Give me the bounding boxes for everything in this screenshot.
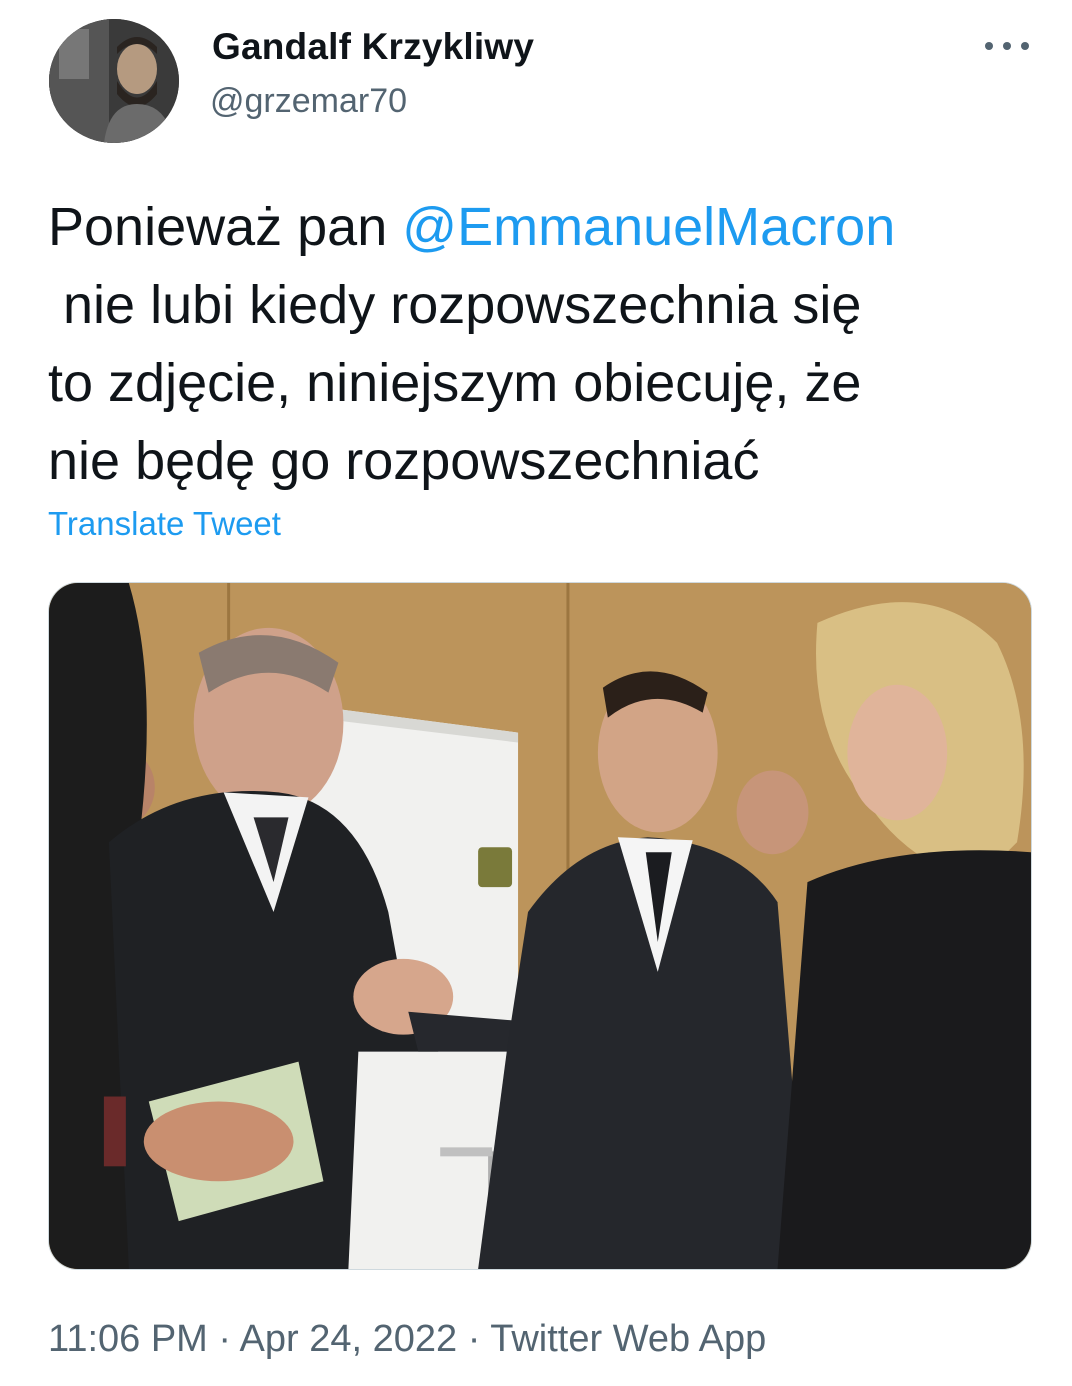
handshake-photo: [49, 583, 1031, 1269]
tweet-time[interactable]: 11:06 PM: [48, 1318, 208, 1360]
more-horizontal-icon[interactable]: [985, 36, 1029, 56]
translate-tweet-link[interactable]: Translate Tweet: [48, 505, 281, 543]
tweet-date[interactable]: Apr 24, 2022: [240, 1318, 458, 1360]
avatar[interactable]: [49, 19, 179, 143]
user-handle[interactable]: @grzemar70: [210, 82, 407, 121]
display-name[interactable]: Gandalf Krzykliwy: [212, 26, 534, 68]
meta-separator: ·: [457, 1318, 491, 1360]
meta-separator: ·: [207, 1318, 240, 1360]
tweet-photo[interactable]: [48, 582, 1032, 1270]
tweet-text-lead: Ponieważ pan: [48, 197, 403, 257]
dot: [1021, 42, 1029, 50]
tweet-source[interactable]: Twitter Web App: [490, 1318, 766, 1360]
mention-link[interactable]: @EmmanuelMacron: [402, 197, 895, 257]
tweet-text: Ponieważ pan @EmmanuelMacron nie lubi ki…: [48, 188, 1038, 500]
dot: [985, 42, 993, 50]
tweet-meta: 11:06 PM · Apr 24, 2022 · Twitter Web Ap…: [48, 1318, 766, 1361]
dot: [1003, 42, 1011, 50]
avatar-photo: [49, 19, 179, 143]
tweet: Gandalf Krzykliwy @grzemar70 Ponieważ pa…: [0, 0, 1072, 1386]
tweet-text-body: nie lubi kiedy rozpowszechnia się to zdj…: [48, 275, 862, 491]
